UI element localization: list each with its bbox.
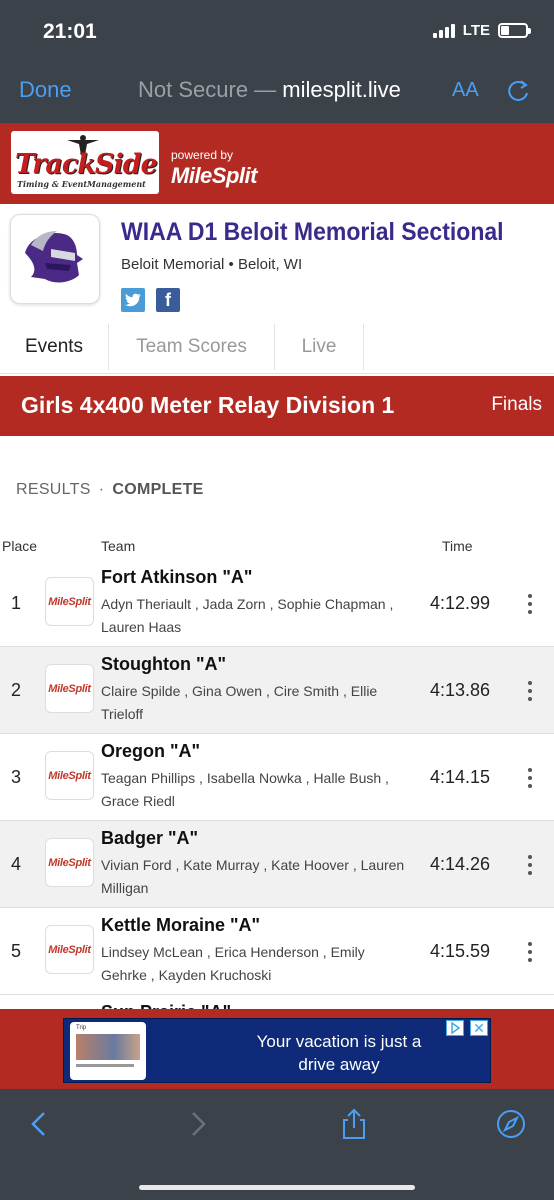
- ad-choices-icon[interactable]: [446, 1020, 464, 1036]
- ad-banner[interactable]: Trip Your vacation is just a drive away …: [63, 1018, 491, 1083]
- row-place: 3: [11, 767, 22, 787]
- facebook-icon[interactable]: f: [156, 288, 180, 312]
- browser-toolbar: [0, 1089, 554, 1200]
- trackside-subtitle: Timing & EventManagement: [17, 179, 146, 189]
- done-button[interactable]: Done: [19, 77, 72, 103]
- meet-title: WIAA D1 Beloit Memorial Sectional: [121, 218, 504, 246]
- team-logo: MileSplit: [45, 838, 94, 887]
- tab-events[interactable]: Events: [0, 324, 109, 370]
- row-time: 4:14.15: [430, 767, 491, 787]
- results-table-header: Place Team Time: [0, 536, 554, 558]
- table-row[interactable]: 5 MileSplit Kettle Moraine "A" Lindsey M…: [0, 908, 554, 995]
- more-options-icon[interactable]: [525, 594, 535, 616]
- team-name[interactable]: Oregon "A": [101, 741, 200, 762]
- team-name[interactable]: Stoughton "A": [101, 654, 226, 675]
- row-place: 1: [11, 593, 22, 613]
- status-time: 21:01: [43, 20, 97, 43]
- table-row[interactable]: 4 MileSplit Badger "A" Vivian Ford , Kat…: [0, 821, 554, 908]
- trackside-title: TrackSide: [15, 149, 158, 180]
- row-time: 4:12.99: [430, 593, 491, 613]
- forward-icon[interactable]: [181, 1107, 215, 1141]
- results-table: 1 MileSplit Fort Atkinson "A" Adyn Theri…: [0, 560, 554, 995]
- url-bar: Done Not Secure — milesplit.live AA: [0, 64, 554, 120]
- ad-thumb-label: Trip: [76, 1025, 87, 1031]
- home-indicator: [139, 1185, 415, 1190]
- domain-label: milesplit.live: [282, 77, 401, 102]
- social-links: f: [121, 288, 180, 312]
- brand-bar: TrackSide Timing & EventManagement power…: [0, 123, 554, 204]
- network-label: LTE: [462, 22, 490, 39]
- results-complete-label: COMPLETE: [112, 481, 204, 498]
- knight-helmet-icon: [25, 231, 83, 283]
- results-separator: ·: [98, 481, 105, 498]
- text-size-button[interactable]: AA: [452, 79, 479, 102]
- table-row[interactable]: 3 MileSplit Oregon "A" Teagan Phillips ,…: [0, 734, 554, 821]
- close-icon[interactable]: ✕: [470, 1020, 488, 1036]
- event-banner: Girls 4x400 Meter Relay Division 1 Final…: [0, 376, 554, 436]
- reload-icon[interactable]: [505, 78, 531, 104]
- row-time: 4:14.26: [430, 854, 491, 874]
- row-time: 4:15.59: [430, 941, 491, 961]
- header-time: Time: [442, 538, 473, 554]
- header-team: Team: [101, 538, 136, 554]
- row-time: 4:13.86: [430, 680, 491, 700]
- header-place: Place: [2, 538, 38, 554]
- back-icon[interactable]: [22, 1107, 56, 1141]
- team-name[interactable]: Kettle Moraine "A": [101, 915, 260, 936]
- event-round: Finals: [491, 394, 542, 415]
- table-row[interactable]: 2 MileSplit Stoughton "A" Claire Spilde …: [0, 647, 554, 734]
- team-logo: MileSplit: [45, 925, 94, 974]
- more-options-icon[interactable]: [525, 768, 535, 790]
- battery-icon: [498, 23, 531, 38]
- athlete-list: Lindsey McLean , Erica Henderson , Emily…: [101, 944, 365, 983]
- status-indicators: LTE: [432, 22, 531, 39]
- more-options-icon[interactable]: [525, 681, 535, 703]
- team-name[interactable]: Badger "A": [101, 828, 198, 849]
- meet-header: WIAA D1 Beloit Memorial Sectional Beloit…: [0, 204, 554, 324]
- twitter-icon[interactable]: [121, 288, 145, 312]
- ad-photo: [76, 1034, 140, 1060]
- tab-live[interactable]: Live: [275, 324, 364, 370]
- team-logo: MileSplit: [45, 577, 94, 626]
- event-name: Girls 4x400 Meter Relay Division 1: [21, 392, 395, 418]
- results-status: RESULTS · COMPLETE: [16, 481, 204, 499]
- row-place: 4: [11, 854, 22, 874]
- athlete-list: Teagan Phillips , Isabella Nowka , Halle…: [101, 770, 389, 809]
- security-label: Not Secure —: [138, 77, 277, 102]
- ad-caption-line: [76, 1064, 134, 1067]
- team-logo: MileSplit: [45, 751, 94, 800]
- meet-location: Beloit Memorial • Beloit, WI: [121, 256, 303, 273]
- more-options-icon[interactable]: [525, 942, 535, 964]
- athlete-list: Adyn Theriault , Jada Zorn , Sophie Chap…: [101, 596, 394, 635]
- browser-top-chrome: 21:01 LTE Done Not Secure — milesplit.li…: [0, 0, 554, 123]
- results-label: RESULTS: [16, 481, 91, 498]
- powered-by-label: powered by: [171, 148, 234, 162]
- signal-icon: [432, 23, 455, 38]
- team-name[interactable]: Fort Atkinson "A": [101, 567, 252, 588]
- tab-team-scores[interactable]: Team Scores: [109, 324, 275, 370]
- team-logo: MileSplit: [45, 664, 94, 713]
- compass-icon[interactable]: [494, 1107, 528, 1141]
- share-icon[interactable]: [337, 1107, 371, 1141]
- row-place: 5: [11, 941, 22, 961]
- status-bar: 21:01 LTE: [0, 0, 554, 64]
- table-row[interactable]: 1 MileSplit Fort Atkinson "A" Adyn Theri…: [0, 560, 554, 647]
- trackside-logo[interactable]: TrackSide Timing & EventManagement: [11, 131, 159, 194]
- address-field[interactable]: Not Secure — milesplit.live: [138, 77, 401, 103]
- row-place: 2: [11, 680, 22, 700]
- meet-tabs: Events Team Scores Live: [0, 324, 554, 374]
- ad-text: Your vacation is just a drive away: [256, 1032, 422, 1074]
- milesplit-logo[interactable]: MileSplit: [171, 163, 257, 189]
- ad-thumbnail: Trip: [70, 1022, 146, 1080]
- athlete-list: Vivian Ford , Kate Murray , Kate Hoover …: [101, 857, 405, 896]
- ad-bar: Trip Your vacation is just a drive away …: [0, 1009, 554, 1089]
- athlete-list: Claire Spilde , Gina Owen , Cire Smith ,…: [101, 683, 378, 722]
- more-options-icon[interactable]: [525, 855, 535, 877]
- meet-logo: [10, 214, 100, 304]
